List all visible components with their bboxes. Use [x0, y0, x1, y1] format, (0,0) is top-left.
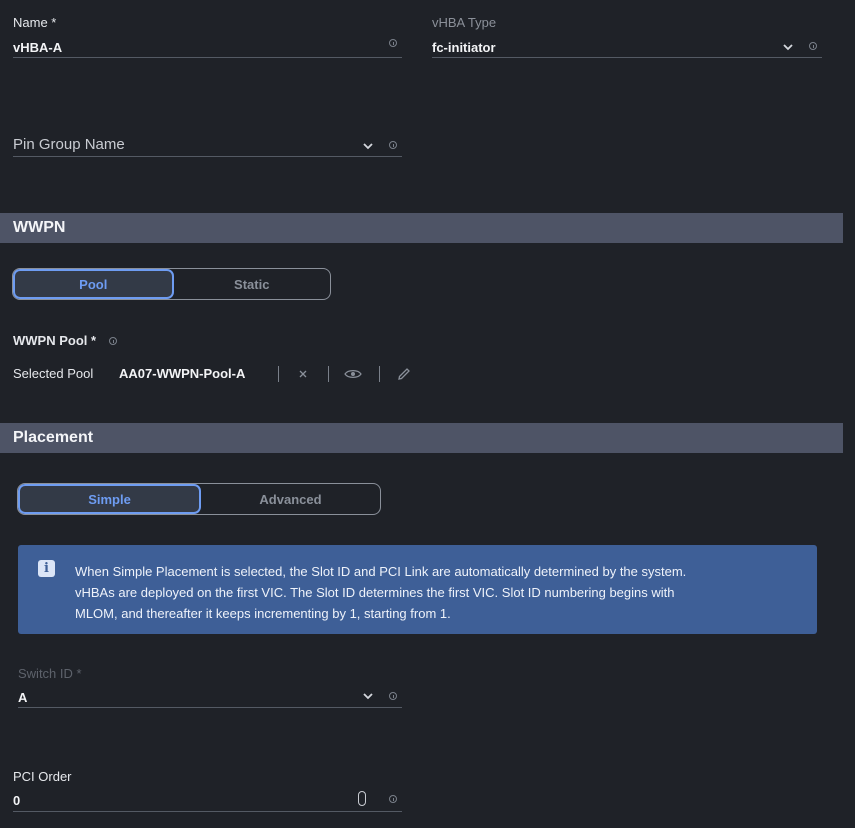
selected-pool-label: Selected Pool — [13, 366, 94, 381]
placement-simple-option[interactable]: Simple — [18, 484, 201, 514]
notice-line: When Simple Placement is selected, the S… — [75, 564, 687, 579]
info-icon: i — [38, 560, 55, 577]
name-input[interactable]: vHBA-A — [13, 40, 62, 55]
pin-group-select[interactable]: Pin Group Name — [13, 136, 125, 153]
chevron-down-icon[interactable] — [362, 692, 374, 700]
notice-line: MLOM, and thereafter it keeps incrementi… — [75, 606, 451, 621]
pci-order-info-icon[interactable] — [389, 795, 397, 803]
switch-id-select[interactable]: A — [18, 690, 27, 705]
placement-type-toggle: Simple Advanced — [17, 483, 381, 515]
name-underline — [13, 57, 402, 58]
vhba-type-info-icon[interactable] — [809, 42, 817, 50]
name-info-icon[interactable] — [389, 39, 397, 47]
wwpn-pool-label: WWPN Pool * — [13, 333, 97, 348]
chevron-down-icon[interactable] — [362, 142, 374, 150]
switch-id-info-icon[interactable] — [389, 692, 397, 700]
switch-id-label: Switch ID * — [18, 666, 82, 681]
placement-advanced-option[interactable]: Advanced — [201, 484, 380, 514]
eye-icon[interactable] — [344, 368, 362, 380]
pci-order-input[interactable]: 0 — [13, 793, 20, 808]
name-label: Name * — [13, 15, 57, 30]
vhba-type-select[interactable]: fc-initiator — [432, 40, 496, 55]
notice-line: vHBAs are deployed on the first VIC. The… — [75, 585, 675, 600]
divider — [278, 366, 279, 382]
divider — [379, 366, 380, 382]
wwpn-section-header: WWPN — [0, 213, 843, 243]
simple-placement-notice: i When Simple Placement is selected, the… — [18, 545, 817, 634]
divider — [328, 366, 329, 382]
pencil-icon[interactable] — [396, 366, 412, 382]
pin-group-info-icon[interactable] — [389, 141, 397, 149]
wwpn-type-toggle: Pool Static — [12, 268, 331, 300]
wwpn-section-title: WWPN — [13, 219, 66, 236]
selected-pool-value: AA07-WWPN-Pool-A — [119, 366, 246, 381]
stepper-icon[interactable] — [358, 791, 366, 806]
vhba-type-underline — [432, 57, 822, 58]
switch-id-underline — [18, 707, 402, 708]
pci-order-label: PCI Order — [13, 769, 72, 784]
wwpn-pool-option[interactable]: Pool — [13, 269, 174, 299]
pci-order-underline — [13, 811, 402, 812]
placement-section-header: Placement — [0, 423, 843, 453]
pin-group-underline — [13, 156, 402, 157]
placement-section-title: Placement — [13, 429, 94, 446]
wwpn-pool-info-icon[interactable] — [109, 337, 117, 345]
clear-icon[interactable] — [298, 369, 308, 379]
vhba-type-label: vHBA Type — [432, 15, 497, 30]
chevron-down-icon[interactable] — [782, 43, 794, 51]
notice-text: When Simple Placement is selected, the S… — [75, 561, 795, 624]
wwpn-static-option[interactable]: Static — [174, 269, 331, 299]
